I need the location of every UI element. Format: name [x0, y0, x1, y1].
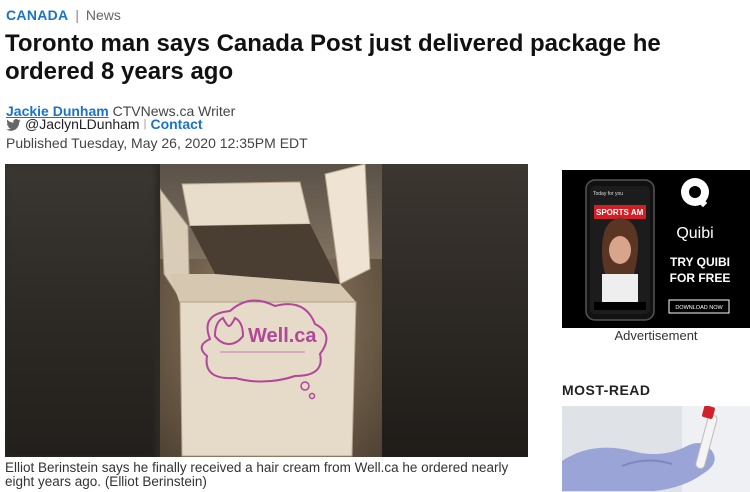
box-logo-text: Well.ca [248, 325, 317, 347]
breadcrumb: CANADA | News [6, 7, 121, 23]
phone-header: Today for you [593, 191, 623, 197]
advertisement-label: Advertisement [614, 328, 698, 343]
photo-blur-right [378, 164, 528, 457]
photo-caption: Elliot Berinstein says he finally receiv… [5, 460, 509, 489]
quibi-ad-artwork: Today for you SPORTS AM Quibi TRY QUIBI … [562, 170, 750, 328]
twitter-handle-link[interactable]: @JaclynLDunham [25, 117, 140, 132]
author-social: @JaclynLDunham | Contact [6, 117, 203, 132]
divider: | [143, 118, 147, 130]
published-date: Published Tuesday, May 26, 2020 12:35PM … [6, 135, 308, 151]
breadcrumb-separator: | [75, 7, 79, 23]
cardboard-box-image: Well.ca [160, 164, 371, 457]
quibi-brand: Quibi [676, 225, 713, 242]
photo-blur-left [5, 164, 155, 457]
most-read-thumbnail[interactable] [562, 406, 750, 492]
test-tube-image [562, 406, 750, 492]
svg-text:FOR FREE: FOR FREE [670, 271, 731, 285]
advertisement-banner[interactable]: Today for you SPORTS AM Quibi TRY QUIBI … [562, 170, 750, 328]
article-photo[interactable]: Well.ca [5, 164, 528, 457]
breadcrumb-subsection-link[interactable]: News [86, 7, 121, 23]
breadcrumb-section-link[interactable]: CANADA [6, 7, 68, 23]
phone-banner: SPORTS AM [596, 208, 644, 217]
article-headline: Toronto man says Canada Post just delive… [5, 30, 661, 85]
contact-link[interactable]: Contact [150, 117, 202, 132]
ad-download-button: DOWNLOAD NOW [675, 305, 723, 311]
svg-text:TRY QUIBI: TRY QUIBI [670, 255, 730, 269]
twitter-icon[interactable] [6, 118, 21, 131]
most-read-heading: MOST-READ [562, 382, 651, 398]
